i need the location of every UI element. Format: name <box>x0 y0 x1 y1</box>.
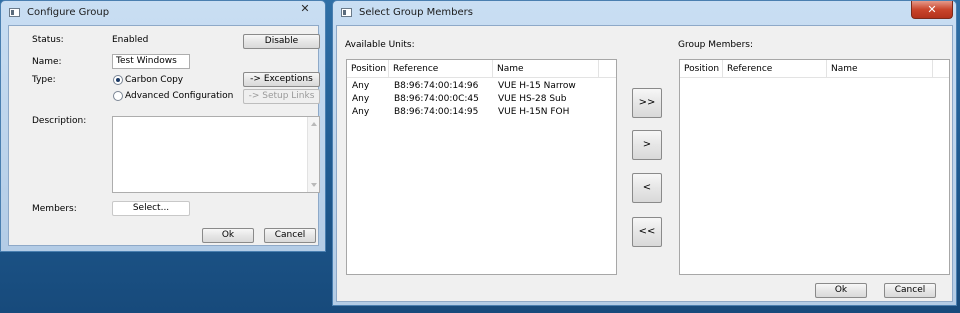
column-position[interactable]: Position <box>347 60 389 78</box>
column-name[interactable]: Name <box>493 60 599 78</box>
close-icon[interactable]: ✕ <box>911 1 953 19</box>
scroll-up-icon[interactable] <box>311 122 317 126</box>
move-all-right-button[interactable]: >> <box>632 88 662 118</box>
ok-button[interactable]: Ok <box>815 283 867 298</box>
move-right-button[interactable]: > <box>632 130 662 160</box>
name-label: Name: <box>32 57 62 67</box>
unit-reference: B8:96:74:00:0C:45 <box>394 94 479 104</box>
exceptions-button[interactable]: -> Exceptions <box>243 72 320 87</box>
status-label: Status: <box>32 35 64 45</box>
group-members-list[interactable]: Position Reference Name <box>679 59 950 275</box>
select-members-client: Available Units: Group Members: Position… <box>336 25 953 302</box>
available-units-list[interactable]: Position Reference Name Any B8:96:74:00:… <box>346 59 617 275</box>
configure-group-titlebar[interactable]: Configure Group ✕ <box>1 1 325 25</box>
unit-position: Any <box>352 81 370 91</box>
scroll-down-icon[interactable] <box>311 183 317 187</box>
list-item[interactable]: Any B8:96:74:00:14:95 VUE H-15N FOH <box>347 106 616 119</box>
cancel-button[interactable]: Cancel <box>264 228 316 243</box>
unit-name: VUE HS-28 Sub <box>498 94 567 104</box>
unit-reference: B8:96:74:00:14:96 <box>394 81 479 91</box>
window-icon <box>9 8 20 17</box>
group-members-label: Group Members: <box>678 40 754 50</box>
column-position[interactable]: Position <box>680 60 723 78</box>
select-members-title: Select Group Members <box>359 7 473 18</box>
name-field[interactable]: Test Windows Group <box>112 54 190 69</box>
members-label: Members: <box>32 204 77 214</box>
column-reference[interactable]: Reference <box>723 60 827 78</box>
select-members-button[interactable]: Select... <box>112 201 190 216</box>
advanced-configuration-label[interactable]: Advanced Configuration <box>125 91 233 101</box>
window-icon <box>341 8 352 17</box>
move-left-button[interactable]: < <box>632 173 662 203</box>
advanced-configuration-radio[interactable] <box>113 91 123 101</box>
unit-position: Any <box>352 107 370 117</box>
carbon-copy-label[interactable]: Carbon Copy <box>125 75 183 85</box>
type-label: Type: <box>32 75 56 85</box>
ok-button[interactable]: Ok <box>202 228 254 243</box>
column-name[interactable]: Name <box>827 60 933 78</box>
select-members-titlebar[interactable]: Select Group Members ✕ <box>333 1 956 25</box>
disable-button[interactable]: Disable <box>243 34 320 49</box>
status-value: Enabled <box>112 35 149 45</box>
available-units-label: Available Units: <box>345 40 415 50</box>
list-item[interactable]: Any B8:96:74:00:0C:45 VUE HS-28 Sub <box>347 93 616 106</box>
configure-group-title: Configure Group <box>27 7 110 18</box>
unit-position: Any <box>352 94 370 104</box>
description-label: Description: <box>32 116 87 126</box>
list-item[interactable]: Any B8:96:74:00:14:96 VUE H-15 Narrow <box>347 80 616 93</box>
configure-group-client: Status: Enabled Disable Name: Test Windo… <box>8 25 320 246</box>
group-members-header: Position Reference Name <box>680 60 949 78</box>
cancel-button[interactable]: Cancel <box>884 283 936 298</box>
setup-links-button[interactable]: -> Setup Links <box>243 89 320 104</box>
close-icon[interactable]: ✕ <box>285 1 325 19</box>
unit-reference: B8:96:74:00:14:95 <box>394 107 479 117</box>
unit-name: VUE H-15 Narrow <box>498 81 576 91</box>
move-all-left-button[interactable]: << <box>632 217 662 247</box>
unit-name: VUE H-15N FOH <box>498 107 570 117</box>
available-units-header: Position Reference Name <box>347 60 616 78</box>
column-reference[interactable]: Reference <box>389 60 493 78</box>
description-scrollbar[interactable] <box>307 117 319 192</box>
carbon-copy-radio[interactable] <box>113 75 123 85</box>
description-field[interactable] <box>112 116 320 193</box>
select-members-window: Select Group Members ✕ Available Units: … <box>332 0 957 306</box>
configure-group-window: Configure Group ✕ Status: Enabled Disabl… <box>0 0 326 252</box>
